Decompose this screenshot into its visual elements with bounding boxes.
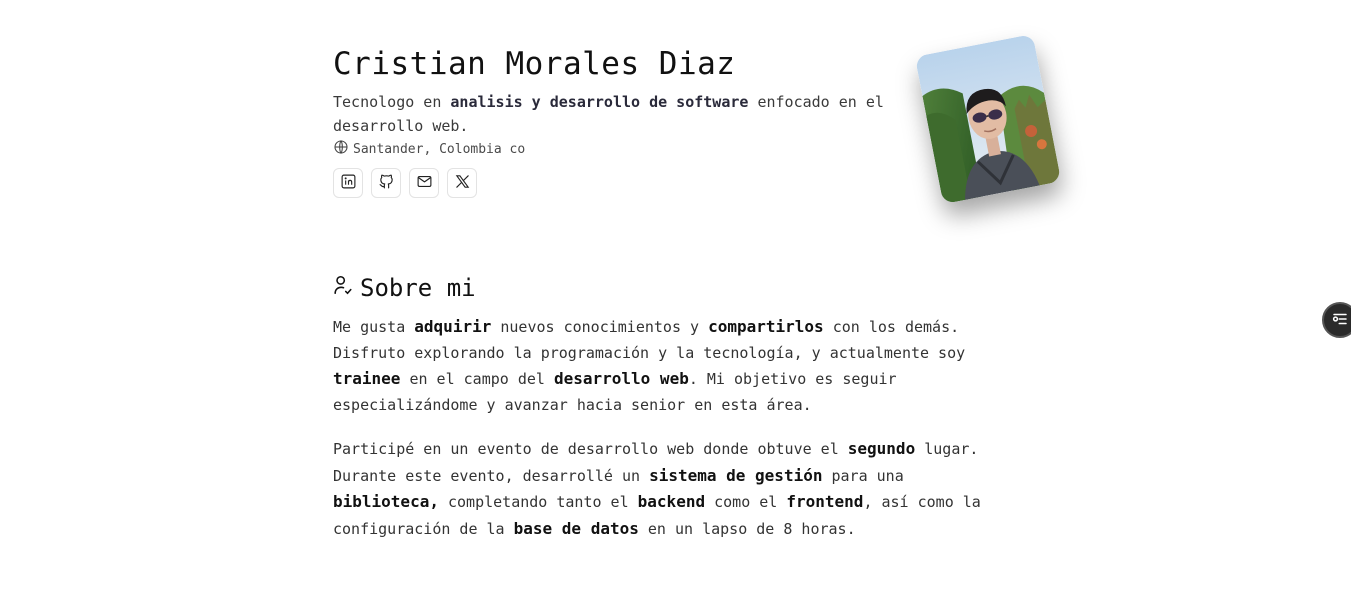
profile-header: Cristian Morales Diaz Tecnologo en anali…	[333, 44, 893, 198]
github-icon	[378, 173, 395, 194]
about-paragraph-1: Me gusta adquirir nuevos conocimientos y…	[333, 314, 1013, 418]
highlight-text: compartirlos	[708, 317, 824, 336]
highlight-text: sistema de gestión	[649, 465, 823, 485]
body-text: Participé en un evento de desarrollo web…	[333, 440, 848, 458]
body-text: completando tanto el	[438, 493, 638, 511]
highlight-text: biblioteca,	[333, 492, 439, 511]
highlight-text: desarrollo web	[553, 369, 689, 388]
location: Santander, Colombia co	[333, 139, 893, 159]
profile-tagline: Tecnologo en analisis y desarrollo de so…	[333, 90, 893, 138]
x-button[interactable]	[447, 168, 477, 198]
body-text: en un lapso de 8 horas.	[638, 519, 856, 538]
github-button[interactable]	[371, 168, 401, 198]
about-section: Sobre mi Me gusta adquirir nuevos conoci…	[333, 272, 1013, 542]
profile-photo	[914, 33, 1062, 205]
linkedin-icon	[340, 173, 357, 194]
profile-name: Cristian Morales Diaz	[333, 46, 736, 82]
email-button[interactable]	[409, 168, 439, 198]
globe-icon	[333, 139, 349, 159]
location-text: Santander, Colombia co	[353, 141, 526, 157]
tagline-text-start: Tecnologo en	[333, 93, 451, 111]
user-icon	[333, 272, 352, 304]
body-text: como el	[705, 493, 787, 511]
body-text: Me gusta	[333, 318, 415, 336]
highlight-text: trainee	[333, 369, 401, 388]
mail-icon	[416, 173, 433, 194]
tagline-highlight: analisis y desarrollo de software	[450, 93, 749, 111]
about-paragraph-2: Participé en un evento de desarrollo web…	[333, 436, 1013, 542]
linkedin-button[interactable]	[333, 168, 363, 198]
x-icon	[454, 173, 471, 194]
highlight-text: adquirir	[414, 317, 492, 336]
highlight-text: backend	[637, 492, 706, 511]
highlight-text: segundo	[847, 439, 916, 458]
social-links	[333, 168, 893, 198]
body-text: para una	[822, 466, 904, 485]
about-title: Sobre mi	[333, 272, 1013, 304]
about-title-text: Sobre mi	[360, 274, 476, 302]
body-text: nuevos conocimientos y	[491, 318, 709, 336]
side-toggle-button[interactable]	[1322, 302, 1351, 338]
list-toggle-icon	[1331, 310, 1349, 331]
highlight-text: base de datos	[513, 518, 639, 538]
highlight-text: frontend	[786, 492, 864, 511]
body-text: en el campo del	[400, 370, 554, 388]
